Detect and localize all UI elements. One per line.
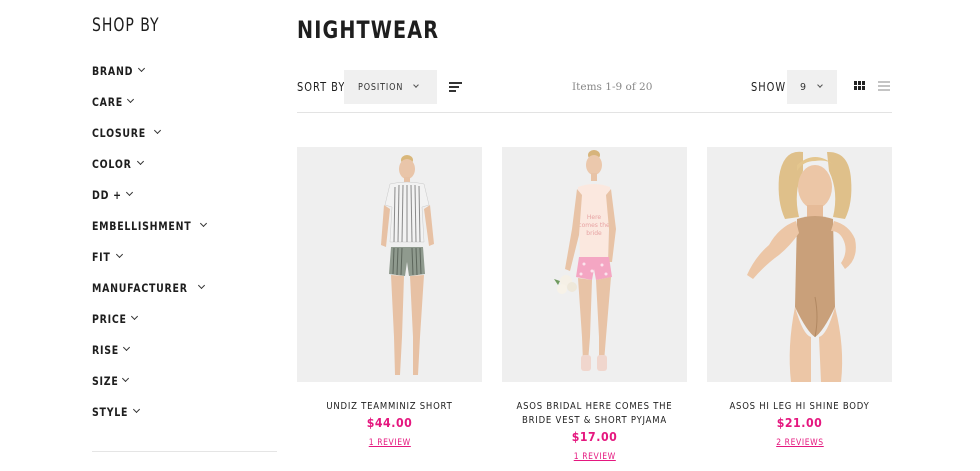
chevron-down-icon	[122, 343, 130, 352]
page-title: NIGHTWEAR	[297, 16, 440, 44]
list-view-icon[interactable]	[878, 81, 890, 91]
sort-direction-icon[interactable]	[449, 82, 462, 92]
product-image[interactable]	[707, 147, 892, 382]
chevron-down-icon	[133, 405, 141, 414]
sidebar-divider	[92, 451, 277, 452]
show-label: SHOW	[751, 80, 787, 94]
filter-care[interactable]: CARE	[92, 95, 134, 126]
filter-style[interactable]: STYLE	[92, 405, 141, 436]
sidebar-title: SHOP BY	[92, 14, 160, 36]
chevron-down-icon	[122, 374, 130, 383]
filter-label: STYLE	[92, 405, 129, 419]
chevron-down-icon	[131, 312, 139, 321]
svg-text:Here: Here	[587, 214, 602, 221]
filter-fit[interactable]: FIT	[92, 250, 123, 281]
product-reviews-link[interactable]: 2 REVIEWS	[776, 438, 824, 448]
chevron-down-icon	[153, 126, 161, 135]
filter-label: BRAND	[92, 64, 134, 78]
product-listing: NIGHTWEAR SORT BY POSITION Items 1-9 of …	[297, 0, 892, 471]
product-card: UNDIZ TEAMMINIZ SHORT $44.00 1 REVIEW	[297, 147, 482, 449]
product-name[interactable]: ASOS HI LEG HI SHINE BODY	[721, 400, 878, 414]
sort-select-value: POSITION	[358, 82, 404, 93]
filter-label: PRICE	[92, 312, 127, 326]
toolbar-divider	[297, 112, 892, 113]
chevron-down-icon	[126, 188, 134, 197]
chevron-down-icon	[197, 281, 205, 290]
svg-text:comes the: comes the	[578, 222, 610, 229]
filter-label: EMBELLISHMENT	[92, 219, 192, 233]
limiter-select[interactable]: 9	[787, 70, 837, 104]
filter-embellishment[interactable]: EMBELLISHMENT	[92, 219, 208, 250]
filter-label: MANUFACTURER	[92, 281, 188, 295]
filter-price[interactable]: PRICE	[92, 312, 139, 343]
filter-sidebar: SHOP BY BRAND CARE CLOSURE COLOR DD + EM…	[92, 14, 277, 452]
filter-manufacturer[interactable]: MANUFACTURER	[92, 281, 205, 312]
filter-label: CARE	[92, 95, 123, 109]
product-card: Here comes the bride ASOS BRIDAL HERE CO…	[502, 147, 687, 463]
limiter-select-value: 9	[800, 82, 807, 93]
filter-label: FIT	[92, 250, 111, 264]
product-name[interactable]: ASOS BRIDAL HERE COMES THE BRIDE VEST & …	[516, 400, 673, 428]
product-reviews-link[interactable]: 1 REVIEW	[573, 452, 615, 462]
chevron-down-icon	[200, 219, 208, 228]
product-image[interactable]: Here comes the bride	[502, 147, 687, 382]
product-price: $17.00	[571, 429, 618, 444]
product-price: $21.00	[776, 415, 823, 430]
chevron-down-icon	[126, 95, 134, 104]
filter-brand[interactable]: BRAND	[92, 64, 146, 95]
filter-label: SIZE	[92, 374, 119, 388]
items-count: Items 1-9 of 20	[572, 81, 653, 93]
filter-size[interactable]: SIZE	[92, 374, 130, 405]
product-name[interactable]: UNDIZ TEAMMINIZ SHORT	[311, 400, 468, 414]
svg-text:bride: bride	[586, 230, 602, 237]
chevron-down-icon	[115, 250, 123, 259]
listing-toolbar: SORT BY POSITION Items 1-9 of 20 SHOW 9	[297, 70, 892, 105]
chevron-down-icon	[138, 64, 146, 73]
product-card: ASOS HI LEG HI SHINE BODY $21.00 2 REVIE…	[707, 147, 892, 449]
product-image[interactable]	[297, 147, 482, 382]
filter-label: COLOR	[92, 157, 132, 171]
chevron-down-icon	[413, 82, 419, 88]
filter-color[interactable]: COLOR	[92, 157, 145, 188]
chevron-down-icon	[817, 82, 823, 88]
grid-view-icon[interactable]	[854, 81, 865, 91]
filter-dd-plus[interactable]: DD +	[92, 188, 134, 219]
filter-closure[interactable]: CLOSURE	[92, 126, 161, 157]
sort-select[interactable]: POSITION	[344, 70, 437, 104]
sort-by-label: SORT BY	[297, 80, 346, 94]
filter-rise[interactable]: RISE	[92, 343, 130, 374]
filter-label: RISE	[92, 343, 119, 357]
filter-label: DD +	[92, 188, 122, 202]
product-reviews-link[interactable]: 1 REVIEW	[368, 438, 410, 448]
filter-label: CLOSURE	[92, 126, 146, 140]
product-price: $44.00	[366, 415, 413, 430]
chevron-down-icon	[137, 157, 145, 166]
